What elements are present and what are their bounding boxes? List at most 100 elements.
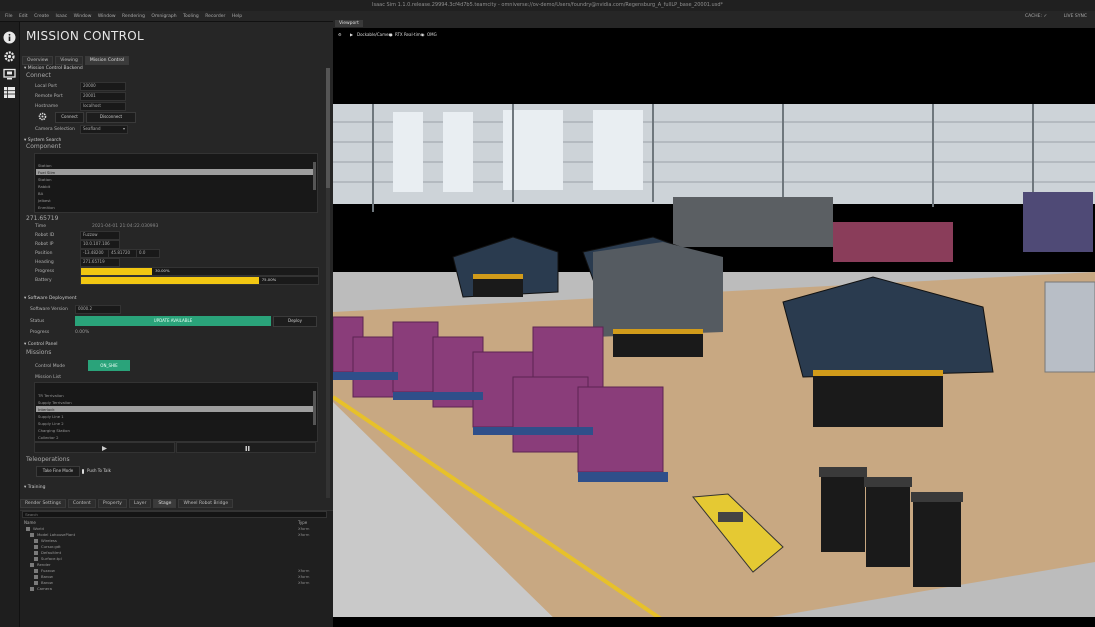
cache-status[interactable]: CACHE: ✓	[1025, 14, 1047, 19]
mission-list-scrollbar[interactable]	[313, 391, 316, 425]
hostname-field[interactable]: localhost	[80, 102, 126, 111]
section-control-panel-header[interactable]: ▾ Control Panel	[24, 342, 324, 347]
push-to-talk-button[interactable]: Push To Talk	[82, 466, 111, 475]
local-port-field[interactable]: 20000	[80, 82, 126, 91]
tab-overview[interactable]: Overview	[22, 56, 54, 65]
list-item[interactable]: Collector 2	[38, 435, 59, 440]
mission-list[interactable]: TR Terrivalion Supply Terrivalion Interl…	[34, 382, 318, 442]
camera-icon[interactable]: ▶	[350, 28, 353, 42]
panel-scrollbar-thumb[interactable]	[326, 68, 330, 188]
list-item[interactable]: Station	[38, 177, 52, 182]
position-z-field[interactable]: 0.0	[136, 249, 160, 258]
tab-stage[interactable]: Stage	[153, 499, 177, 508]
stage-col-name[interactable]: Name	[24, 520, 36, 525]
list-item[interactable]: BA	[38, 191, 43, 196]
list-item[interactable]: Rabbit	[38, 184, 50, 189]
menu-window-2[interactable]: Window	[98, 14, 116, 19]
menu-file[interactable]: File	[5, 14, 13, 19]
deploy-button[interactable]: Deploy	[273, 316, 317, 327]
stage-search-input[interactable]	[22, 511, 327, 518]
tab-wheel-robot-bridge[interactable]: Wheel Robot Bridge	[178, 499, 234, 508]
list-item[interactable]: Interlock	[38, 407, 55, 412]
list-item[interactable]: Fuel Slim	[38, 170, 55, 175]
viewport-omg-button[interactable]: OMG	[427, 28, 437, 42]
table-row[interactable]: Wireless	[34, 538, 57, 543]
table-row[interactable]: Camera	[30, 586, 52, 591]
table-row[interactable]: Render	[30, 562, 51, 567]
menu-help[interactable]: Help	[232, 14, 242, 19]
connect-button[interactable]: Connect	[55, 112, 84, 123]
menu-edit[interactable]: Edit	[19, 14, 28, 19]
section-training-header[interactable]: ▾ Training	[24, 485, 324, 490]
tab-render-settings[interactable]: Render Settings	[20, 499, 66, 508]
table-row[interactable]: Cursor.gdt	[34, 544, 61, 549]
tab-content[interactable]: Content	[67, 499, 96, 508]
take-fine-mode-button[interactable]: Take Fine Mode	[36, 466, 80, 477]
list-item[interactable]: Supply Line 2	[38, 421, 64, 426]
menu-create[interactable]: Create	[34, 14, 49, 19]
xform-icon	[26, 527, 30, 531]
play-button[interactable]	[34, 442, 175, 453]
eye-icon[interactable]: ◉	[421, 28, 425, 42]
viewport-render[interactable]	[333, 42, 1095, 627]
xform-icon	[34, 575, 38, 579]
menu-omnigraph[interactable]: Omnigraph	[151, 14, 176, 19]
list-item[interactable]: Supply Terrivalion	[38, 400, 72, 405]
viewport-render-button[interactable]: RTX Real-time	[395, 28, 423, 42]
menu-rendering[interactable]: Rendering	[122, 14, 145, 19]
stage-col-type[interactable]: Type	[298, 520, 307, 525]
component-list[interactable]: Station Fuel Slim Station Rabbit BA Jelb…	[34, 153, 318, 213]
settings-gear-icon[interactable]	[38, 112, 47, 121]
list-item[interactable]: Enmition	[38, 205, 55, 210]
camera-selection-dropdown[interactable]: Seafland ▾	[80, 125, 128, 134]
list-item[interactable]: Station	[38, 163, 52, 168]
time-label: Time	[35, 224, 47, 229]
list-item[interactable]: Jelbest	[38, 198, 51, 203]
list-item[interactable]: Supply Line 1	[38, 414, 64, 419]
control-mode-toggle[interactable]: ON_SHIE	[88, 360, 130, 371]
table-row[interactable]: Barow	[34, 574, 53, 579]
table-row[interactable]: Fuzzow	[34, 568, 55, 573]
menu-recorder[interactable]: Recorder	[205, 14, 225, 19]
list-icon[interactable]	[3, 86, 16, 99]
list-item[interactable]: Charging Station	[38, 428, 70, 433]
info-icon[interactable]	[3, 31, 16, 44]
position-x-field[interactable]: -13.48200	[80, 249, 111, 258]
pause-button[interactable]	[176, 442, 316, 453]
robot-ip-field[interactable]: 10.0.107.106	[80, 240, 120, 249]
stage-tabs: Render Settings Content Property Layer Stage…	[20, 499, 235, 508]
panel-scrollbar[interactable]	[326, 68, 330, 498]
menu-window[interactable]: Window	[74, 14, 92, 19]
position-y-field[interactable]: 45.81720	[108, 249, 139, 258]
table-row[interactable]: Model LahousePlant	[30, 532, 75, 537]
list-item[interactable]: TR Terrivalion	[38, 393, 64, 398]
software-version-field[interactable]: 0000.2	[75, 305, 121, 314]
table-row[interactable]: Defaultlmt	[34, 550, 61, 555]
render-mode-icon[interactable]: ●	[389, 28, 393, 42]
heading-field[interactable]: 271.65719	[80, 258, 120, 267]
component-list-scrollbar[interactable]	[313, 162, 316, 190]
viewport-camera-button[interactable]: Dockable/Camera	[357, 28, 393, 42]
battery-pct: 75.00%	[261, 277, 277, 282]
tab-layer[interactable]: Layer	[128, 499, 152, 508]
section-software-header[interactable]: ▾ Software Deployment	[24, 296, 324, 301]
robot-id-field[interactable]: Fuzzow	[80, 231, 120, 240]
disconnect-button[interactable]: Disconnect	[86, 112, 136, 123]
menu-tooling[interactable]: Tooling	[183, 14, 199, 19]
tab-viewing[interactable]: Viewing	[55, 56, 83, 65]
gear-icon[interactable]	[3, 50, 16, 63]
table-row[interactable]: Surface.tpl	[34, 556, 62, 561]
section-system-search-header[interactable]: ▾ System Search	[24, 138, 324, 143]
table-row[interactable]: Barow	[34, 580, 53, 585]
tab-viewport[interactable]: Viewport	[335, 20, 363, 27]
table-row[interactable]: World	[26, 526, 44, 531]
viewport-settings-icon[interactable]: ⚙	[338, 28, 342, 42]
live-sync[interactable]: LIVE SYNC	[1064, 14, 1087, 19]
stage-row-type: Xform	[298, 574, 310, 579]
monitor-icon[interactable]	[3, 68, 16, 81]
tab-property[interactable]: Property	[97, 499, 127, 508]
remote-port-field[interactable]: 20001	[80, 92, 126, 101]
section-backend-header[interactable]: ▾ Mission Control Backend	[24, 66, 324, 71]
tab-mission-control[interactable]: Mission Control	[84, 56, 130, 65]
menu-isaac[interactable]: Isaac	[56, 14, 68, 19]
